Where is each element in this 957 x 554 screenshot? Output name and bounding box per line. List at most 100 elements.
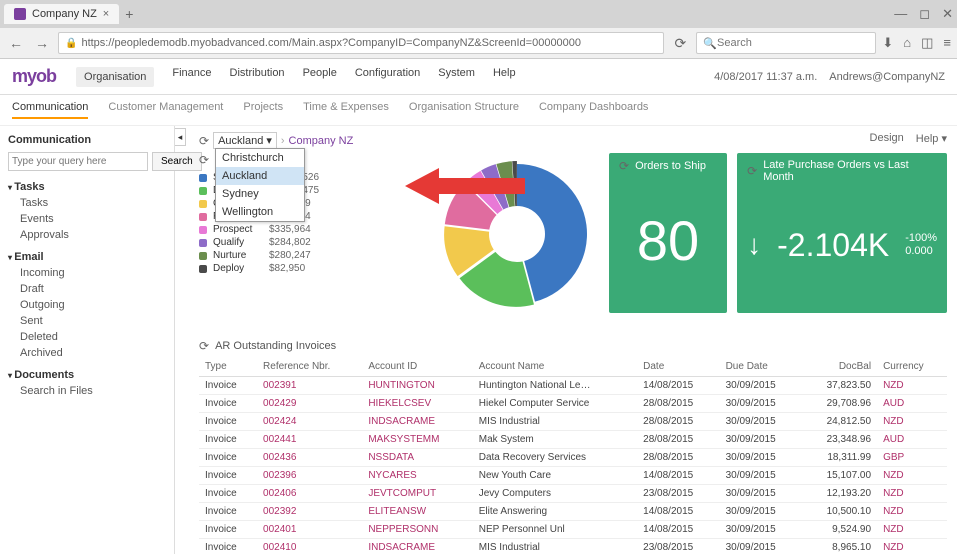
cell-acct[interactable]: NYCARES [362, 467, 472, 485]
table-row[interactable]: Invoice 002391 HUNTINGTON Huntington Nat… [199, 377, 947, 395]
column-header[interactable]: Currency [877, 357, 947, 377]
cell-cur[interactable]: GBP [877, 449, 947, 467]
column-header[interactable]: Due Date [720, 357, 802, 377]
reload-button[interactable]: ⟳ [670, 35, 690, 52]
user-name[interactable]: Andrews@CompanyNZ [829, 71, 945, 83]
collapse-sidebar-button[interactable]: ◂ [175, 128, 186, 146]
cell-acct[interactable]: INDSACRAME [362, 539, 472, 554]
sidebar-item[interactable]: Archived [8, 345, 166, 361]
cell-ref[interactable]: 002401 [257, 521, 362, 539]
menu-finance[interactable]: Finance [172, 67, 211, 87]
cell-cur[interactable]: NZD [877, 503, 947, 521]
cell-ref[interactable]: 002392 [257, 503, 362, 521]
cell-ref[interactable]: 002436 [257, 449, 362, 467]
home-icon[interactable]: ⌂ [903, 35, 911, 51]
cell-ref[interactable]: 002410 [257, 539, 362, 554]
dropdown-item[interactable]: Christchurch [216, 149, 304, 167]
sidebar-search-input[interactable] [8, 152, 148, 171]
sidebar-item[interactable]: Deleted [8, 329, 166, 345]
sidebar-item[interactable]: Draft [8, 281, 166, 297]
column-header[interactable]: Reference Nbr. [257, 357, 362, 377]
refresh-icon[interactable]: ⟳ [199, 134, 209, 148]
minimize-icon[interactable]: — [894, 6, 907, 22]
sidebar-item[interactable]: Search in Files [8, 383, 166, 399]
cell-acct[interactable]: NEPPERSONN [362, 521, 472, 539]
menu-organisation[interactable]: Organisation [76, 67, 154, 87]
cell-ref[interactable]: 002396 [257, 467, 362, 485]
cell-cur[interactable]: AUD [877, 395, 947, 413]
sidebar-item[interactable]: Tasks [8, 195, 166, 211]
branch-dropdown[interactable]: Auckland ▾ [213, 132, 277, 149]
cell-cur[interactable]: NZD [877, 377, 947, 395]
new-tab-button[interactable]: + [125, 6, 133, 22]
column-header[interactable]: Account ID [362, 357, 472, 377]
menu-help[interactable]: Help [493, 67, 516, 87]
cell-ref[interactable]: 002424 [257, 413, 362, 431]
column-header[interactable]: Account Name [473, 357, 637, 377]
cell-cur[interactable]: NZD [877, 413, 947, 431]
column-header[interactable]: DocBal [802, 357, 877, 377]
maximize-icon[interactable]: ◻ [919, 6, 930, 22]
submenu-org[interactable]: Organisation Structure [409, 101, 519, 119]
url-field[interactable]: 🔒 https://peopledemodb.myobadvanced.com/… [58, 32, 664, 54]
sidebar-item[interactable]: Events [8, 211, 166, 227]
column-header[interactable]: Type [199, 357, 257, 377]
sidebar-item[interactable]: Outgoing [8, 297, 166, 313]
refresh-icon[interactable]: ⟳ [747, 164, 757, 178]
cell-ref[interactable]: 002429 [257, 395, 362, 413]
cell-acct[interactable]: ELITEANSW [362, 503, 472, 521]
download-icon[interactable]: ⬇ [882, 35, 893, 51]
refresh-icon[interactable]: ⟳ [619, 159, 629, 173]
refresh-icon[interactable]: ⟳ [199, 153, 209, 167]
table-row[interactable]: Invoice 002392 ELITEANSW Elite Answering… [199, 503, 947, 521]
browser-search[interactable]: 🔍 [696, 32, 876, 54]
menu-icon[interactable]: ≡ [943, 35, 951, 51]
table-row[interactable]: Invoice 002401 NEPPERSONN NEP Personnel … [199, 521, 947, 539]
cell-ref[interactable]: 002441 [257, 431, 362, 449]
sidebar-item[interactable]: Approvals [8, 227, 166, 243]
sidebar-group-title[interactable]: Email [8, 251, 166, 263]
sidebar-group-title[interactable]: Tasks [8, 181, 166, 193]
menu-people[interactable]: People [303, 67, 337, 87]
cell-acct[interactable]: INDSACRAME [362, 413, 472, 431]
dropdown-item[interactable]: Wellington [216, 203, 304, 221]
table-row[interactable]: Invoice 002436 NSSDATA Data Recovery Ser… [199, 449, 947, 467]
column-header[interactable]: Date [637, 357, 719, 377]
table-row[interactable]: Invoice 002429 HIEKELCSEV Hiekel Compute… [199, 395, 947, 413]
dropdown-item[interactable]: Sydney [216, 185, 304, 203]
cell-cur[interactable]: NZD [877, 521, 947, 539]
submenu-time[interactable]: Time & Expenses [303, 101, 389, 119]
cell-acct[interactable]: MAKSYSTEMM [362, 431, 472, 449]
table-row[interactable]: Invoice 002410 INDSACRAME MIS Industrial… [199, 539, 947, 554]
browser-tab[interactable]: Company NZ × [4, 4, 119, 24]
table-row[interactable]: Invoice 002441 MAKSYSTEMM Mak System 28/… [199, 431, 947, 449]
menu-distribution[interactable]: Distribution [230, 67, 285, 87]
cell-cur[interactable]: AUD [877, 431, 947, 449]
table-row[interactable]: Invoice 002396 NYCARES New Youth Care 14… [199, 467, 947, 485]
sidebar-group-title[interactable]: Documents [8, 369, 166, 381]
refresh-icon[interactable]: ⟳ [199, 339, 209, 353]
cell-acct[interactable]: NSSDATA [362, 449, 472, 467]
submenu-dashboards[interactable]: Company Dashboards [539, 101, 648, 119]
menu-system[interactable]: System [438, 67, 475, 87]
menu-configuration[interactable]: Configuration [355, 67, 420, 87]
browser-search-input[interactable] [717, 37, 869, 49]
close-window-icon[interactable]: ✕ [942, 6, 953, 22]
cell-acct[interactable]: HUNTINGTON [362, 377, 472, 395]
sidebar-item[interactable]: Sent [8, 313, 166, 329]
dropdown-item[interactable]: Auckland [216, 167, 304, 185]
cell-ref[interactable]: 002391 [257, 377, 362, 395]
cell-cur[interactable]: NZD [877, 467, 947, 485]
sidebar-icon[interactable]: ◫ [921, 35, 933, 51]
submenu-customer[interactable]: Customer Management [108, 101, 223, 119]
sidebar-item[interactable]: Incoming [8, 265, 166, 281]
cell-cur[interactable]: NZD [877, 539, 947, 554]
back-button[interactable]: ← [6, 35, 26, 51]
cell-acct[interactable]: HIEKELCSEV [362, 395, 472, 413]
table-row[interactable]: Invoice 002424 INDSACRAME MIS Industrial… [199, 413, 947, 431]
breadcrumb-company[interactable]: Company NZ [289, 135, 354, 147]
forward-button[interactable]: → [32, 35, 52, 51]
submenu-communication[interactable]: Communication [12, 101, 88, 119]
submenu-projects[interactable]: Projects [243, 101, 283, 119]
close-tab-icon[interactable]: × [103, 8, 109, 20]
